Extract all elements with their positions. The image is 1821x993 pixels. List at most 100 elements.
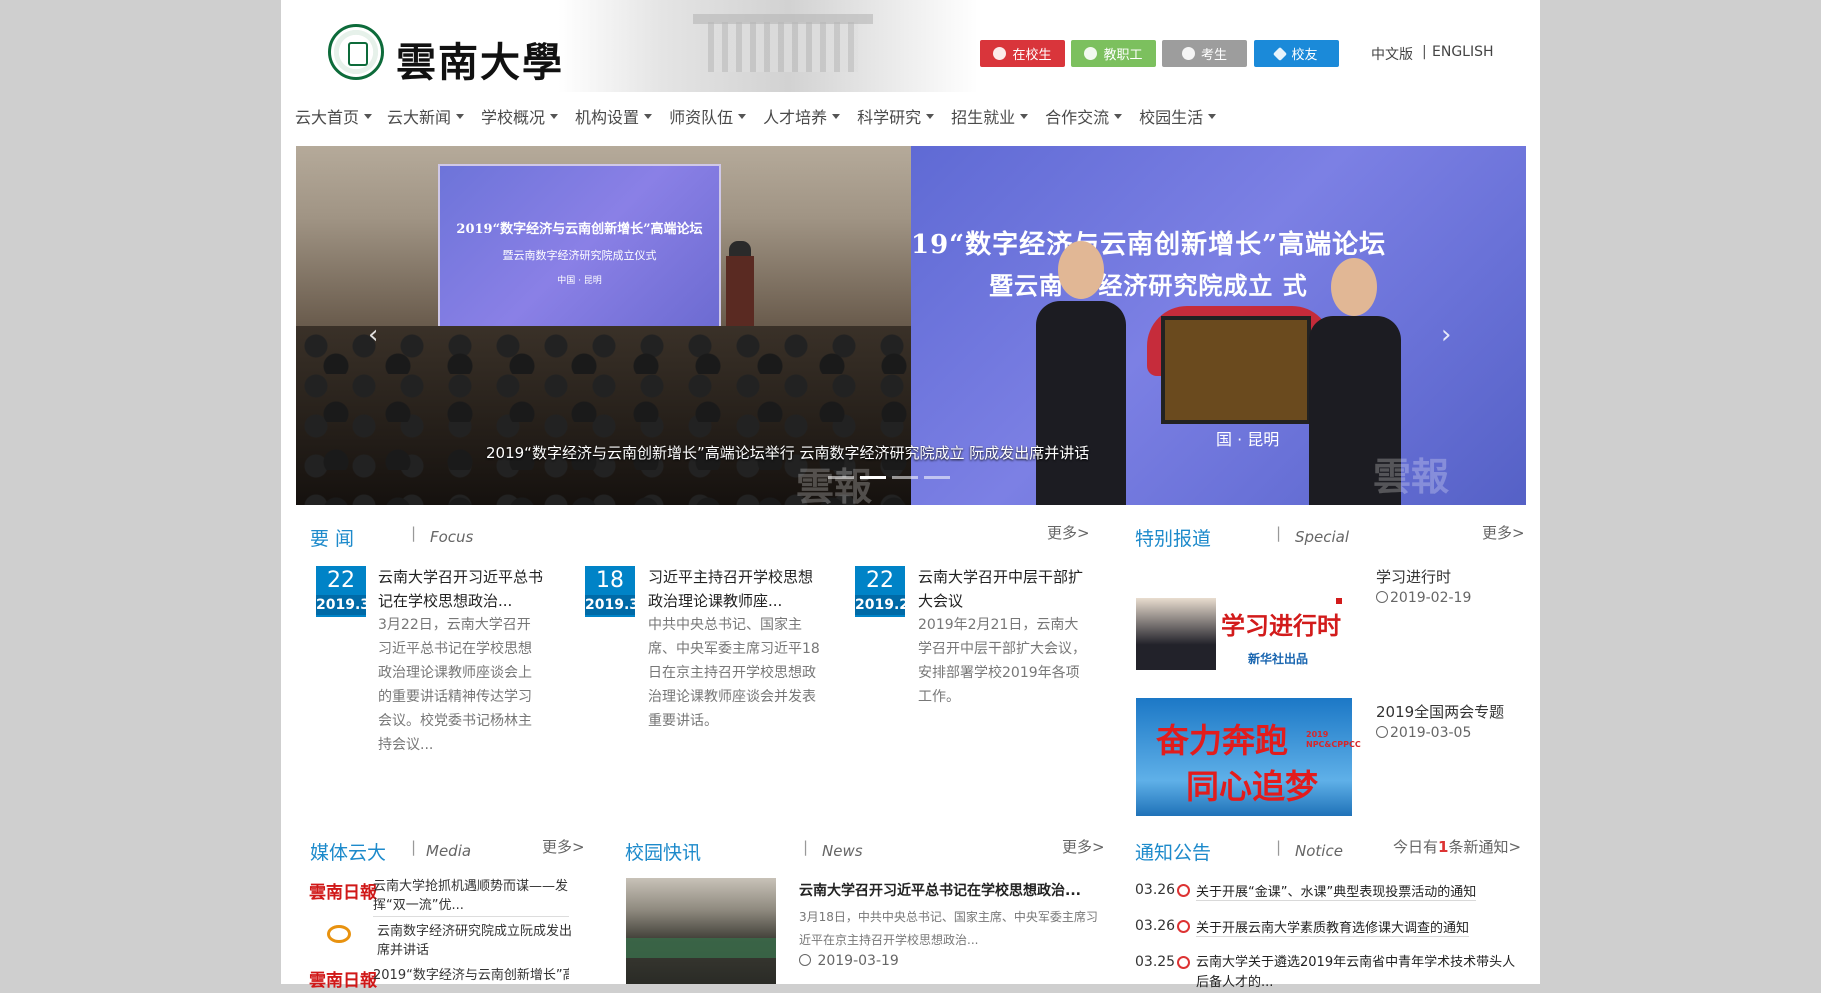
nav-item-home[interactable]: 云大首页 xyxy=(295,104,373,128)
nav-label: 机构设置 xyxy=(575,108,640,127)
special-title-link[interactable]: 2019全国两会专题 xyxy=(1376,701,1504,722)
carousel-dot[interactable] xyxy=(924,476,950,479)
media-item-link[interactable]: 2019“数字经济与云南创新增长”高端... xyxy=(373,966,569,985)
carousel-indicators xyxy=(828,476,950,479)
notice-item-link[interactable]: 关于开展云南大学素质教育选修课大调查的通知 xyxy=(1196,917,1470,937)
carousel-prev-icon[interactable]: ‹ xyxy=(368,320,378,350)
nav-item-departments[interactable]: 机构设置 xyxy=(575,104,653,128)
carousel-caption[interactable]: 2019“数字经济与云南创新增长”高端论坛举行 云南数字经济研究院成立 阮成发出… xyxy=(486,442,1089,463)
notice-today-prefix: 今日有 xyxy=(1393,838,1439,856)
news-title-link[interactable]: 习近平主持召开学校思想政治理论课教师座... xyxy=(648,565,813,613)
nav-label: 学校概况 xyxy=(481,108,546,127)
special-image-study[interactable]: 学习进行时 新华社出品 xyxy=(1136,588,1352,670)
focus-section-title: 要 闻 xyxy=(310,528,355,550)
notice-today-link[interactable]: 今日有1条新通知> xyxy=(1393,836,1521,857)
date-month: 2019.3 xyxy=(316,595,371,615)
staff-button[interactable]: 教职工 xyxy=(1071,40,1156,67)
clock-icon xyxy=(1177,956,1190,969)
projection-screen: 2019“数字经济与云南创新增长”高端论坛 暨云南数字经济研究院成立仪式 中国 … xyxy=(438,164,721,339)
applicant-button-label: 考生 xyxy=(1200,48,1227,63)
nav-item-faculty[interactable]: 师资队伍 xyxy=(669,104,747,128)
special-image-badge: 2019 NPC&CPPCC xyxy=(1306,730,1361,749)
focus-more-link[interactable]: 更多> xyxy=(1047,522,1090,543)
nav-label: 师资队伍 xyxy=(669,108,734,127)
date-month: 2019.3 xyxy=(585,595,640,615)
special-image-text: 奋力奔跑 xyxy=(1156,721,1288,760)
carousel-dot[interactable] xyxy=(892,476,918,479)
special-more-link[interactable]: 更多> xyxy=(1482,522,1525,543)
notice-item-link[interactable]: 云南大学关于遴选2019年云南省中青年学术技术带头人后备人才的... xyxy=(1196,953,1516,993)
campus-section-title: 校园快讯 xyxy=(625,842,702,864)
campus-news-title-link[interactable]: 云南大学召开习近平总书记在学校思想政治... xyxy=(799,880,1081,900)
watermark-left: 雲報 xyxy=(796,464,873,505)
carousel-dot-active[interactable] xyxy=(860,476,886,479)
media-item-link[interactable]: 云南数字经济研究院成立阮成发出席并讲话 xyxy=(377,922,573,960)
staff-icon xyxy=(1084,47,1098,60)
unveiled-plaque xyxy=(1161,316,1311,424)
caret-down-icon xyxy=(738,113,747,119)
applicant-button[interactable]: 考生 xyxy=(1162,40,1247,67)
clock-icon xyxy=(799,954,811,966)
nav-item-campus-life[interactable]: 校园生活 xyxy=(1139,104,1217,128)
caret-down-icon xyxy=(644,113,653,119)
person-left-head xyxy=(1058,241,1104,299)
banner-location: 国 · 昆明 xyxy=(1216,430,1280,449)
news-title-link[interactable]: 云南大学召开中层干部扩大会议 xyxy=(918,565,1083,613)
nav-item-cooperation[interactable]: 合作交流 xyxy=(1045,104,1123,128)
media-more-link[interactable]: 更多> xyxy=(542,836,585,857)
applicant-icon xyxy=(1181,47,1195,60)
nav-item-admissions[interactable]: 招生就业 xyxy=(951,104,1029,128)
screen-title: 2019“数字经济与云南创新增长”高端论坛 xyxy=(456,221,703,237)
lang-chinese-link[interactable]: 中文版 xyxy=(1371,44,1413,64)
banner-title: 19“数字经济与云南创新增长”高端论坛 xyxy=(911,230,1387,260)
yunnan-daily-logo: 雲南日報 xyxy=(309,883,377,903)
nav-item-news[interactable]: 云大新闻 xyxy=(387,104,465,128)
divider xyxy=(373,916,569,917)
news-title-link[interactable]: 云南大学召开习近平总书记在学校思想政治... xyxy=(378,565,543,613)
news-date-badge: 22 2019.2 xyxy=(855,566,909,617)
special-title-link[interactable]: 学习进行时 xyxy=(1376,566,1451,587)
lang-english-link[interactable]: ENGLISH xyxy=(1432,44,1494,60)
special-date-text: 2019-02-19 xyxy=(1390,590,1472,606)
logo-text: 雲南大學 xyxy=(396,39,564,86)
nav-item-education[interactable]: 人才培养 xyxy=(763,104,841,128)
clock-icon xyxy=(1376,591,1388,603)
alumni-button-label: 校友 xyxy=(1291,48,1318,63)
campus-more-link[interactable]: 更多> xyxy=(1062,836,1105,857)
screen-location: 中国 · 昆明 xyxy=(557,275,602,286)
special-date-text: 2019-03-05 xyxy=(1390,725,1472,741)
focus-section-en: Focus xyxy=(430,528,474,546)
clock-icon xyxy=(1177,884,1190,897)
nav-label: 云大新闻 xyxy=(387,108,452,127)
screen-subtitle: 暨云南数字经济研究院成立仪式 xyxy=(502,248,657,262)
nav-item-about[interactable]: 学校概况 xyxy=(481,104,559,128)
notice-date: 03.26 xyxy=(1135,882,1176,898)
main-nav: 云大首页 云大新闻 学校概况 机构设置 师资队伍 人才培养 科学研究 招生就业 … xyxy=(295,104,1232,128)
special-date: 2019-02-19 xyxy=(1376,590,1471,606)
media-logo-icon xyxy=(327,925,351,943)
site-logo[interactable]: 雲南大學 xyxy=(328,0,978,92)
section-separator: | xyxy=(411,524,417,542)
lang-separator: | xyxy=(1422,44,1427,60)
media-section-en: Media xyxy=(426,842,472,860)
date-day: 22 xyxy=(327,568,355,593)
notice-section-en: Notice xyxy=(1295,842,1343,860)
student-button[interactable]: 在校生 xyxy=(980,40,1065,67)
meeting-table xyxy=(626,938,776,958)
alumni-button[interactable]: 校友 xyxy=(1254,40,1339,67)
special-image-text: 学习进行时 xyxy=(1221,611,1341,640)
news-summary: 3月22日，云南大学召开习近平总书记在学校思想政治理论课教师座谈会上的重要讲话精… xyxy=(378,617,532,753)
campus-news-thumbnail[interactable] xyxy=(626,878,776,984)
media-item-link[interactable]: 云南大学抢抓机遇顺势而谋——发挥“双一流”优... xyxy=(373,877,569,915)
news-summary: 中共中央总书记、国家主席、中央军委主席习近平18日在京主持召开学校思想政治理论课… xyxy=(648,617,820,729)
carousel-dot[interactable] xyxy=(828,476,854,479)
nav-item-research[interactable]: 科学研究 xyxy=(857,104,935,128)
carousel-next-icon[interactable]: › xyxy=(1441,320,1451,350)
notice-item-link[interactable]: 关于开展“金课”、水课”典型表现投票活动的通知 xyxy=(1196,881,1477,901)
portrait xyxy=(1136,598,1216,670)
campus-news-date: 2019-03-19 xyxy=(799,953,899,969)
date-day: 22 xyxy=(866,568,894,593)
hero-carousel[interactable]: 2019“数字经济与云南创新增长”高端论坛 暨云南数字经济研究院成立仪式 中国 … xyxy=(296,146,1526,505)
special-image-two-sessions[interactable]: 奋力奔跑 同心追梦 2019 NPC&CPPCC xyxy=(1136,698,1361,816)
notice-date: 03.25 xyxy=(1135,954,1176,970)
